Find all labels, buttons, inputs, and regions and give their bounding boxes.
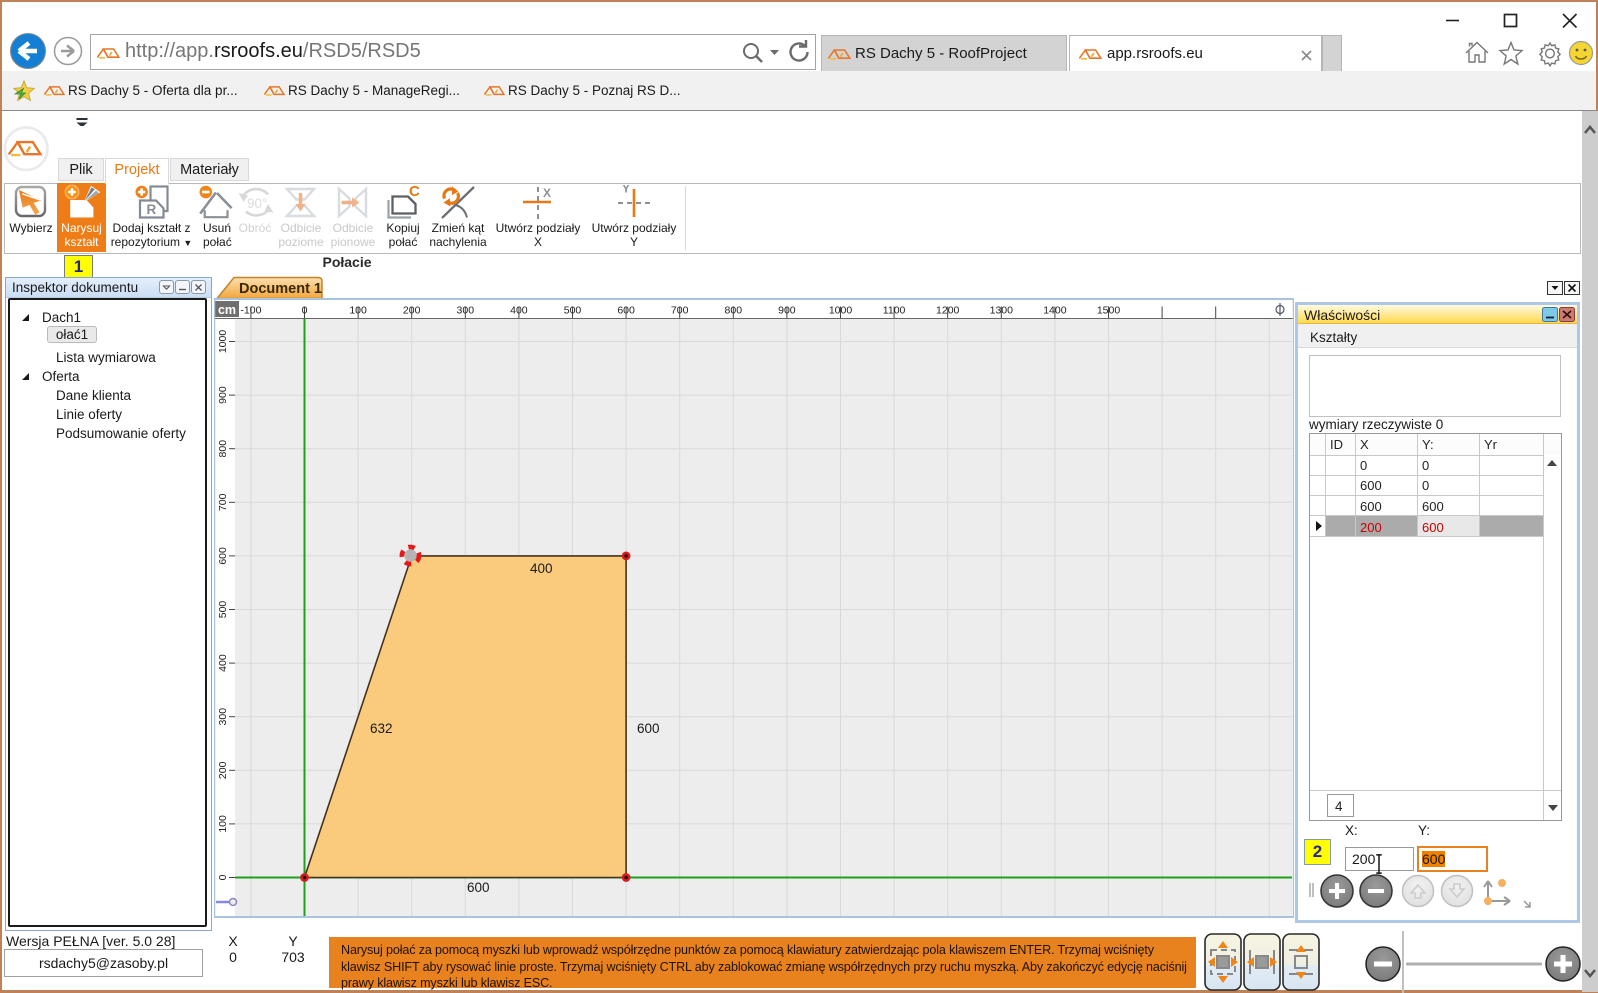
svg-text:600: 600 <box>1422 520 1444 535</box>
svg-text:300: 300 <box>457 305 475 317</box>
svg-text:Yr: Yr <box>1484 437 1498 452</box>
svg-text:900: 900 <box>217 386 229 404</box>
svg-text:600: 600 <box>1360 478 1382 493</box>
svg-text:Y: Y <box>622 185 630 196</box>
svg-text:90°: 90° <box>247 196 267 211</box>
svg-text:X: X <box>1360 437 1369 452</box>
svg-text:cm: cm <box>218 303 236 317</box>
svg-text:200: 200 <box>1360 520 1382 535</box>
svg-text:1400: 1400 <box>1043 305 1067 317</box>
svg-text:400: 400 <box>530 561 553 576</box>
svg-text:0: 0 <box>1422 478 1429 493</box>
svg-text:100: 100 <box>217 815 229 833</box>
svg-text:900: 900 <box>778 305 796 317</box>
svg-text:X: X <box>543 186 551 200</box>
svg-text:1300: 1300 <box>990 305 1014 317</box>
svg-text:600: 600 <box>1422 499 1444 514</box>
svg-text:600: 600 <box>467 880 490 895</box>
svg-text:632: 632 <box>370 721 393 736</box>
svg-text:C: C <box>409 185 420 200</box>
svg-text:500: 500 <box>564 305 582 317</box>
svg-text:800: 800 <box>217 440 229 458</box>
svg-text:1100: 1100 <box>883 305 906 317</box>
svg-text:500: 500 <box>217 601 229 619</box>
svg-text:R: R <box>147 202 157 217</box>
svg-text:600: 600 <box>637 721 660 736</box>
svg-text:1500: 1500 <box>1097 305 1121 317</box>
svg-text:1200: 1200 <box>936 305 960 317</box>
svg-text:1000: 1000 <box>829 305 853 317</box>
svg-text:100: 100 <box>349 305 367 317</box>
svg-text:-100: -100 <box>240 305 261 317</box>
svg-text:Document 1: Document 1 <box>239 281 322 297</box>
svg-text:0: 0 <box>302 305 308 317</box>
svg-text:0: 0 <box>1422 458 1429 473</box>
svg-text:600: 600 <box>1360 499 1382 514</box>
svg-text:200: 200 <box>217 761 229 779</box>
svg-text:0: 0 <box>1360 458 1367 473</box>
svg-text:200: 200 <box>403 305 421 317</box>
svg-text:600: 600 <box>217 547 229 565</box>
svg-text:0: 0 <box>217 874 229 880</box>
svg-text:700: 700 <box>671 305 689 317</box>
svg-text:ID: ID <box>1330 437 1343 452</box>
svg-text:800: 800 <box>725 305 743 317</box>
svg-text:1000: 1000 <box>217 330 229 354</box>
svg-text:4: 4 <box>1335 799 1343 814</box>
svg-text:300: 300 <box>217 708 229 726</box>
svg-text:700: 700 <box>217 493 229 511</box>
svg-text:400: 400 <box>217 654 229 672</box>
svg-text:Y:: Y: <box>1422 437 1434 452</box>
svg-text:600: 600 <box>617 305 635 317</box>
svg-text:400: 400 <box>510 305 528 317</box>
